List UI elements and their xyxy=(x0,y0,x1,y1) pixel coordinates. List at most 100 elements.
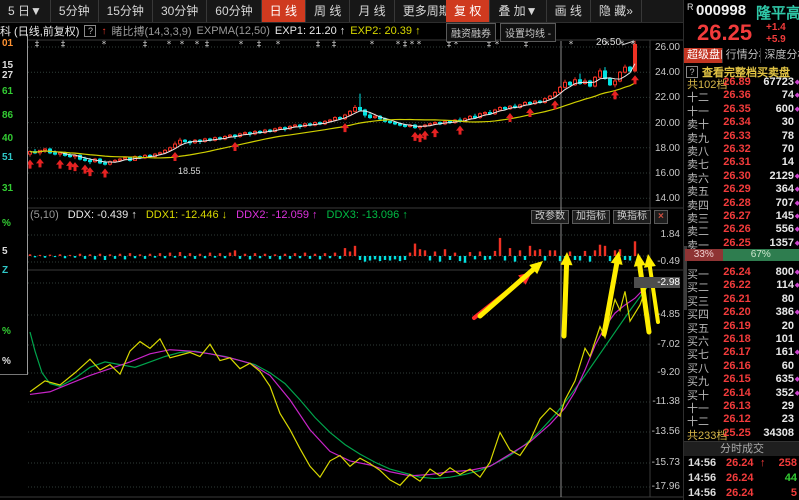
order-book-row[interactable]: 十二26.3674◆ xyxy=(684,89,799,102)
volume-change-marker: ◆ xyxy=(795,199,799,207)
quote-tab[interactable]: 深度分析 xyxy=(761,48,799,63)
volume-change-marker: ◆ xyxy=(795,308,799,316)
order-book-row[interactable]: 十二26.1223 xyxy=(684,413,799,426)
order-volume: 29 xyxy=(752,400,794,412)
order-book-row[interactable]: 买八26.1660 xyxy=(684,360,799,373)
order-book-row[interactable]: 卖四26.28707◆ xyxy=(684,197,799,210)
order-book-row[interactable]: 共233档25.2534308 xyxy=(684,427,799,440)
tick-time: 14:56 xyxy=(688,457,716,469)
order-volume: 23 xyxy=(752,413,794,425)
volume-change-marker: ◆ xyxy=(795,225,799,233)
svg-text:*: * xyxy=(417,40,422,50)
left-strip-value: 5 xyxy=(2,246,8,257)
order-volume: 70 xyxy=(752,143,794,155)
order-book-row[interactable]: 买九26.15635◆ xyxy=(684,373,799,386)
order-book-row[interactable]: 卖八26.3270 xyxy=(684,143,799,156)
order-book-row[interactable]: 十一26.35600◆ xyxy=(684,103,799,116)
volume-change-marker: ◆ xyxy=(795,348,799,356)
period-tab[interactable]: 15分钟 xyxy=(99,0,153,22)
order-volume: 1357 xyxy=(752,237,794,249)
order-book-row[interactable]: 买十26.14352◆ xyxy=(684,387,799,400)
period-tab[interactable]: 5 日▼ xyxy=(0,0,51,22)
volume-change-marker: ◆ xyxy=(795,281,799,289)
toolbar-button[interactable]: 复 权 xyxy=(446,0,490,22)
trade-ticks-title[interactable]: 分时成交 xyxy=(684,441,799,456)
order-volume: 60 xyxy=(752,360,794,372)
order-book-row[interactable]: 卖七26.3114 xyxy=(684,156,799,169)
order-book-row[interactable]: 卖十26.3430 xyxy=(684,116,799,129)
order-volume: 352 xyxy=(752,387,794,399)
svg-text:‡: ‡ xyxy=(35,40,40,50)
svg-text:*: * xyxy=(396,40,401,50)
toolbar-button[interactable]: 叠 加▼ xyxy=(490,0,546,22)
order-book-row[interactable]: 卖一26.251357◆ xyxy=(684,237,799,250)
oscillator-axis-label: -4.85 xyxy=(634,309,680,320)
oscillator-axis: -2.98-4.85-7.02-9.20-11.38-13.56-15.73-1… xyxy=(634,0,683,500)
order-volume: 101 xyxy=(752,333,794,345)
order-volume: 114 xyxy=(752,279,794,291)
order-book-row[interactable]: 买二26.22114◆ xyxy=(684,279,799,292)
order-volume: 2129 xyxy=(752,170,794,182)
period-tab[interactable]: 5分钟 xyxy=(51,0,99,22)
order-book-row[interactable]: 共102档26.8967723◆ xyxy=(684,76,799,89)
svg-text:*: * xyxy=(180,40,185,50)
order-book-row[interactable]: 卖三26.27145◆ xyxy=(684,210,799,223)
full-orderbook-link[interactable]: ?查看完整档买卖盘 xyxy=(686,63,799,76)
trade-tick-row: 14:5626.24↑258 xyxy=(684,457,799,471)
order-volume: 635 xyxy=(752,373,794,385)
help-icon[interactable]: ? xyxy=(84,25,96,37)
sell-ratio: 33% xyxy=(685,249,723,261)
expma-label[interactable]: EXPMA(12,50) xyxy=(197,25,270,37)
quote-panel: R 000998 隆平高科 26.25 +1.4 +5.9 超级盘口行情分析深度… xyxy=(683,0,799,500)
indicator-button[interactable]: 加指标 xyxy=(572,210,610,224)
period-tab[interactable]: 月 线 xyxy=(350,0,394,22)
quote-tab[interactable]: 行情分析 xyxy=(723,48,762,63)
order-book-row[interactable]: 买一26.24800◆ xyxy=(684,266,799,279)
tick-price: 26.24 xyxy=(726,457,754,469)
tick-time: 14:56 xyxy=(688,472,716,484)
tick-time: 14:56 xyxy=(688,487,716,499)
overlay-button[interactable]: 设置均线 - xyxy=(500,23,556,42)
order-book-row[interactable]: 买六26.18101 xyxy=(684,333,799,346)
order-book-row[interactable]: 卖二26.26556◆ xyxy=(684,223,799,236)
order-book-row[interactable]: 卖五26.29364◆ xyxy=(684,183,799,196)
svg-text:*: * xyxy=(276,40,281,50)
period-tab[interactable]: 30分钟 xyxy=(153,0,207,22)
indicator-button[interactable]: 换指标 xyxy=(613,210,651,224)
left-strip-value: % xyxy=(2,326,11,337)
ddx-value: DDX1: -12.446 ↓ xyxy=(146,209,227,221)
quote-tab[interactable]: 超级盘口 xyxy=(684,48,723,63)
left-strip-value: 31 xyxy=(2,183,13,194)
order-book-row[interactable]: 买七26.17161◆ xyxy=(684,346,799,359)
main-indicator-name[interactable]: 睹比搏(14,3,3,9) xyxy=(111,23,191,39)
period-tab[interactable]: 60分钟 xyxy=(207,0,261,22)
left-strip-value: % xyxy=(2,356,11,367)
left-strip-value: 61 xyxy=(2,86,13,97)
svg-text:‡: ‡ xyxy=(61,40,66,50)
margin-marker: R xyxy=(687,2,694,12)
toolbar-button[interactable]: 隐 藏» xyxy=(591,0,642,22)
last-price: 26.25 xyxy=(697,20,752,46)
buy-sell-ratio-bar: 33% 67% xyxy=(685,249,799,261)
indicator-caption-bar: 科 (日线,前复权) ? ↑ 睹比搏(14,3,3,9) EXPMA(12,50… xyxy=(0,24,421,38)
period-tab[interactable]: 周 线 xyxy=(306,0,350,22)
order-book-row[interactable]: 卖六26.302129◆ xyxy=(684,170,799,183)
order-volume: 20 xyxy=(752,320,794,332)
period-tab[interactable]: 日 线 xyxy=(262,0,306,22)
order-book-row[interactable]: 买四26.20386◆ xyxy=(684,306,799,319)
trade-tick-row: 14:5626.245 xyxy=(684,487,799,500)
order-volume: 707 xyxy=(752,197,794,209)
order-book-row[interactable]: 十一26.1329 xyxy=(684,400,799,413)
close-indicator-button[interactable]: × xyxy=(654,210,668,224)
order-book-row[interactable]: 买三26.2180 xyxy=(684,293,799,306)
order-volume: 78 xyxy=(752,130,794,142)
volume-change-marker: ◆ xyxy=(795,239,799,247)
ddx-value: DDX: -0.439 ↑ xyxy=(68,209,137,221)
order-book-row[interactable]: 卖九26.3378 xyxy=(684,130,799,143)
toolbar-button[interactable]: 画 线 xyxy=(547,0,591,22)
indicator-button[interactable]: 改参数 xyxy=(531,210,569,224)
left-strip-value: 86 xyxy=(2,110,13,121)
exp2-value: EXP2: 20.39 ↑ xyxy=(350,25,420,37)
overlay-button[interactable]: 融资融券 xyxy=(446,23,496,42)
order-book-row[interactable]: 买五26.1920 xyxy=(684,320,799,333)
